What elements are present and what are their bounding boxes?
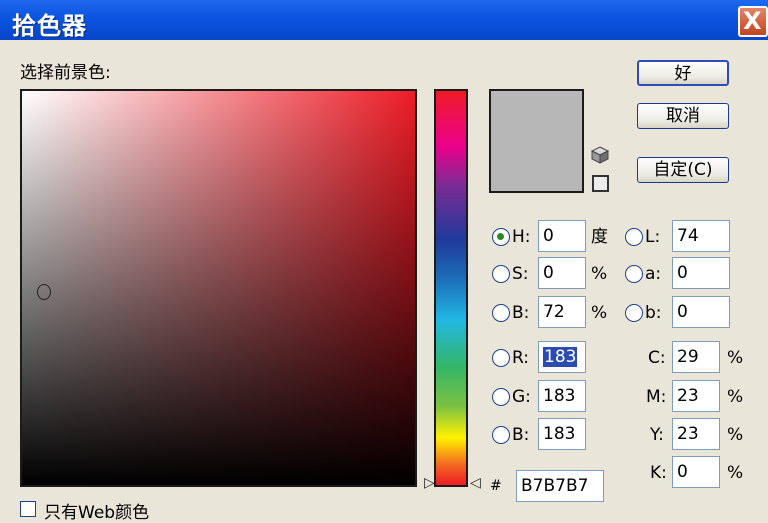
label-k: K:	[650, 463, 667, 483]
input-r[interactable]: 183	[538, 341, 586, 373]
color-preview-swatch	[489, 89, 584, 193]
hue-slider-left-arrow-icon[interactable]: ▷	[424, 476, 435, 490]
title-bar: 拾色器 X	[0, 0, 768, 40]
hex-input[interactable]: B7B7B7	[516, 470, 604, 502]
input-k[interactable]: 0	[672, 456, 720, 488]
radio-l[interactable]	[625, 228, 643, 246]
radio-s[interactable]	[492, 265, 510, 283]
unit-h: 度	[591, 227, 608, 247]
radio-blue[interactable]	[492, 426, 510, 444]
input-y[interactable]: 23	[672, 418, 720, 450]
hue-slider-right-arrow-icon[interactable]: ◁	[470, 476, 481, 490]
unit-y: %	[727, 425, 744, 445]
label-m: M:	[646, 387, 667, 407]
input-s[interactable]: 0	[538, 257, 586, 289]
input-l[interactable]: 74	[672, 220, 730, 252]
radio-lab-b[interactable]	[625, 304, 643, 322]
radio-r[interactable]	[492, 349, 510, 367]
web-colors-only-label: 只有Web颜色	[44, 503, 150, 523]
label-r: R:	[512, 348, 530, 368]
input-g[interactable]: 183	[538, 380, 586, 412]
hex-symbol: #	[490, 478, 502, 494]
close-button[interactable]: X	[738, 6, 768, 37]
radio-a[interactable]	[625, 265, 643, 283]
label-blue: B:	[512, 425, 530, 445]
gamut-warning-cube-icon[interactable]	[590, 145, 610, 165]
web-colors-only-checkbox[interactable]	[20, 501, 36, 517]
label-l: L:	[645, 227, 661, 247]
input-brightness[interactable]: 72	[538, 296, 586, 328]
input-m[interactable]: 23	[672, 380, 720, 412]
radio-g[interactable]	[492, 388, 510, 406]
label-g: G:	[512, 387, 531, 407]
radio-brightness[interactable]	[492, 304, 510, 322]
color-field[interactable]	[20, 89, 417, 487]
label-h: H:	[512, 227, 531, 247]
input-lab-b[interactable]: 0	[672, 296, 730, 328]
label-y: Y:	[650, 425, 664, 445]
label-c: C:	[648, 348, 666, 368]
input-blue[interactable]: 183	[538, 418, 586, 450]
label-brightness: B:	[512, 303, 530, 323]
label-a: a:	[645, 264, 662, 284]
radio-h[interactable]	[492, 228, 510, 246]
field-marker-icon[interactable]	[37, 284, 51, 300]
custom-colors-button[interactable]: 自定(C)	[637, 157, 729, 183]
cancel-button[interactable]: 取消	[637, 103, 729, 129]
label-s: S:	[512, 264, 529, 284]
picker-label: 选择前景色:	[20, 63, 111, 83]
unit-m: %	[727, 387, 744, 407]
hue-slider[interactable]	[434, 89, 468, 487]
input-c[interactable]: 29	[672, 341, 720, 373]
ok-button[interactable]: 好	[637, 60, 729, 86]
unit-brightness: %	[591, 303, 608, 323]
unit-s: %	[591, 264, 608, 284]
input-r-selection: 183	[543, 347, 578, 367]
unit-k: %	[727, 463, 744, 483]
web-safe-square-icon[interactable]	[592, 175, 609, 192]
label-lab-b: b:	[645, 303, 662, 323]
window-title: 拾色器	[12, 12, 87, 40]
input-h[interactable]: 0	[538, 220, 586, 252]
unit-c: %	[727, 348, 744, 368]
input-a[interactable]: 0	[672, 257, 730, 289]
